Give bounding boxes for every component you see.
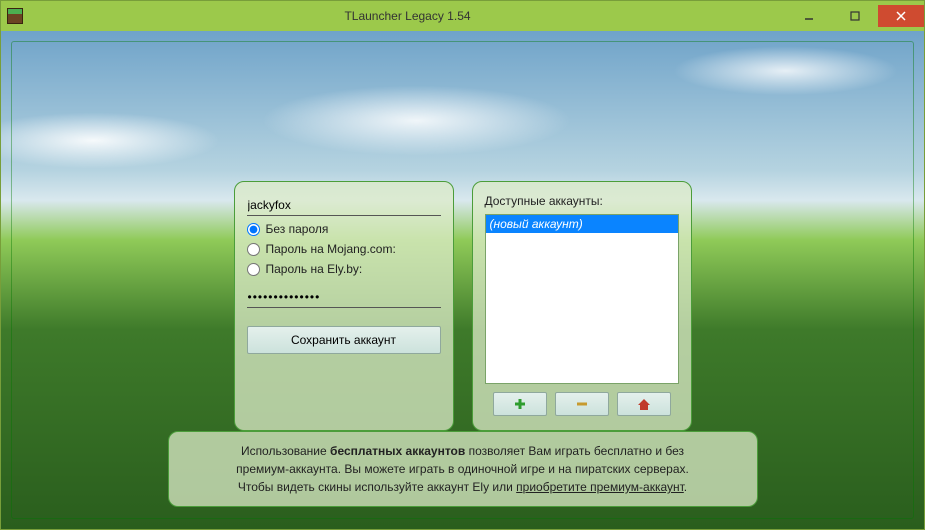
list-item[interactable]: (новый аккаунт) [486, 215, 678, 233]
titlebar: TLauncher Legacy 1.54 [1, 1, 924, 31]
username-input[interactable] [247, 194, 441, 216]
content-area: Без пароля Пароль на Mojang.com: Пароль … [1, 31, 924, 529]
accounts-listbox[interactable]: (новый аккаунт) [485, 214, 679, 384]
close-icon [896, 11, 906, 21]
minus-icon [575, 397, 589, 411]
accounts-label: Доступные аккаунты: [485, 194, 679, 208]
radio-mojang[interactable]: Пароль на Mojang.com: [247, 242, 441, 256]
add-account-button[interactable] [493, 392, 547, 416]
remove-account-button[interactable] [555, 392, 609, 416]
window-title: TLauncher Legacy 1.54 [29, 9, 786, 23]
info-text-bold: бесплатных аккаунтов [330, 444, 469, 458]
plus-icon [513, 397, 527, 411]
password-input[interactable] [247, 286, 441, 308]
radio-ely[interactable]: Пароль на Ely.by: [247, 262, 441, 276]
premium-link[interactable]: приобретите премиум-аккаунт [516, 480, 684, 494]
info-text-3a: Чтобы видеть скины используйте аккаунт E… [238, 480, 516, 494]
home-icon [637, 397, 651, 411]
maximize-button[interactable] [832, 5, 878, 27]
radio-no-password[interactable]: Без пароля [247, 222, 441, 236]
minimize-icon [804, 11, 814, 21]
info-text-3b: . [684, 480, 687, 494]
auth-mode-group: Без пароля Пароль на Mojang.com: Пароль … [247, 222, 441, 276]
radio-no-password-input[interactable] [247, 223, 260, 236]
radio-mojang-label: Пароль на Mojang.com: [266, 242, 396, 256]
radio-ely-label: Пароль на Ely.by: [266, 262, 363, 276]
maximize-icon [850, 11, 860, 21]
home-button[interactable] [617, 392, 671, 416]
accounts-buttons [485, 392, 679, 416]
radio-no-password-label: Без пароля [266, 222, 329, 236]
radio-ely-input[interactable] [247, 263, 260, 276]
info-text-1a: Использование [241, 444, 330, 458]
save-account-button[interactable]: Сохранить аккаунт [247, 326, 441, 354]
info-text-2: премиум-аккаунта. Вы можете играть в оди… [236, 462, 689, 476]
window-buttons [786, 5, 924, 27]
app-icon [7, 8, 23, 24]
panels-row: Без пароля Пароль на Mojang.com: Пароль … [234, 181, 692, 431]
close-button[interactable] [878, 5, 924, 27]
info-text-1b: позволяет Вам играть бесплатно и без [469, 444, 684, 458]
accounts-panel: Доступные аккаунты: (новый аккаунт) [472, 181, 692, 431]
info-box: Использование бесплатных аккаунтов позво… [168, 431, 758, 507]
login-panel: Без пароля Пароль на Mojang.com: Пароль … [234, 181, 454, 431]
app-window: TLauncher Legacy 1.54 Без пароля [0, 0, 925, 530]
minimize-button[interactable] [786, 5, 832, 27]
radio-mojang-input[interactable] [247, 243, 260, 256]
